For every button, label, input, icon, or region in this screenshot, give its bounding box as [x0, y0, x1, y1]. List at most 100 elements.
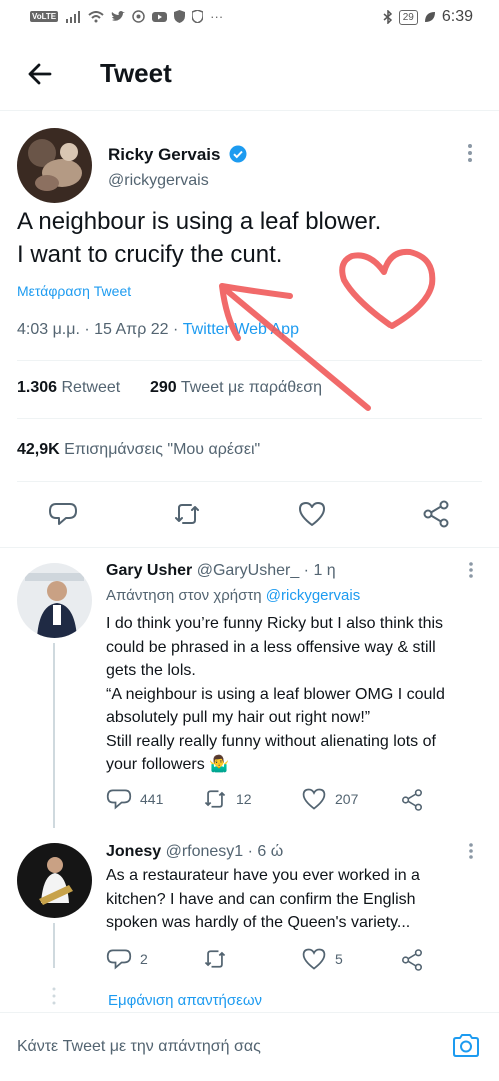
reply-text-line: “A neighbour is using a leaf blower OMG … — [106, 685, 445, 703]
reply-text-line: absolutely pull my hair out right now!” — [106, 709, 371, 726]
reply-count: 441 — [140, 791, 164, 807]
shield-icon-2 — [192, 10, 204, 23]
tweet-source-link[interactable]: Twitter Web App — [183, 321, 299, 338]
divider — [17, 360, 482, 361]
reply-text: As a restaurateur have you ever worked i… — [106, 864, 491, 935]
likes-count: 42,9K — [17, 441, 60, 458]
reply-composer[interactable]: Κάντε Tweet με την απάντησή σας — [0, 1012, 499, 1081]
tweet-text-line: A neighbour is using a leaf blower. — [17, 208, 382, 235]
retweet-count: 1.306 — [17, 379, 58, 396]
more-options-icon[interactable] — [467, 560, 475, 580]
reply-avatar[interactable] — [17, 843, 92, 918]
reply-header: Gary Usher @GaryUsher_ · 1 η — [106, 562, 336, 580]
like-count: 5 — [335, 951, 343, 967]
replying-to: Απάντηση στον χρήστη @rickygervais — [106, 587, 360, 604]
retweet-stats[interactable]: 1.306 Retweet — [17, 379, 120, 397]
retweet-icon — [204, 790, 226, 808]
reply-text-line: could be phrased in a less offensive way… — [106, 638, 436, 656]
status-bar: VoLTE ··· 29 6:39 — [0, 0, 499, 34]
verified-badge-icon — [229, 145, 247, 163]
composer-placeholder[interactable]: Κάντε Tweet με την απάντησή σας — [17, 1038, 261, 1056]
share-icon[interactable] — [400, 948, 424, 972]
likes-label: Επισημάνσεις "Μου αρέσει" — [64, 441, 261, 458]
camera-icon[interactable] — [451, 1031, 481, 1061]
twitter-icon — [111, 10, 126, 21]
reply-like-action[interactable]: 5 — [301, 946, 343, 972]
reply-icon[interactable] — [48, 499, 78, 529]
more-options-icon[interactable] — [466, 142, 474, 164]
reply-text-line: your followers 🤷‍♂️ — [106, 756, 230, 773]
tweet-timestamp: 4:03 μ.μ. · 15 Απρ 22 · — [17, 321, 183, 338]
reply-time: · 1 η — [303, 562, 336, 579]
clock: 6:39 — [441, 8, 473, 25]
status-icons-left: VoLTE ··· — [30, 9, 223, 24]
youtube-icon — [152, 11, 168, 22]
reply-time: · 6 ώ — [247, 843, 284, 860]
reply-text-line: gets the lols. — [106, 662, 196, 679]
thread-line — [53, 643, 55, 828]
volte-badge: VoLTE — [30, 11, 59, 22]
reply-text-line: Still really really funny without aliena… — [106, 732, 436, 750]
battery-indicator: 29 — [398, 9, 418, 25]
share-icon[interactable] — [421, 499, 451, 529]
more-notifications-icon: ··· — [210, 9, 224, 24]
divider — [0, 547, 499, 548]
reply-like-action[interactable]: 207 — [301, 786, 358, 812]
reply-text-line: spoken was hardly of the Queen's variety… — [106, 914, 411, 931]
reply-author-name[interactable]: Jonesy — [106, 843, 161, 860]
like-heart-icon[interactable] — [297, 499, 327, 529]
retweet-icon[interactable] — [172, 499, 202, 529]
retweet-label: Retweet — [61, 379, 121, 396]
quote-count: 290 — [150, 379, 177, 396]
reply-text-line: I do think you’re funny Ricky but I also… — [106, 615, 444, 632]
reply-avatar[interactable] — [17, 563, 92, 638]
quote-stats[interactable]: 290 Tweet με παράθεση — [150, 379, 322, 397]
reply-icon — [106, 949, 132, 970]
tweet-text: A neighbour is using a leaf blower. I wa… — [17, 205, 457, 271]
reply-text: I do think you’re funny Ricky but I also… — [106, 612, 491, 777]
reply-count: 2 — [140, 951, 148, 967]
thread-line — [53, 923, 55, 968]
reply-author-handle[interactable]: @GaryUsher_ — [197, 562, 300, 579]
divider — [17, 481, 482, 482]
reply-text-line: As a restaurateur have you ever worked i… — [106, 867, 420, 884]
reply-author-name[interactable]: Gary Usher — [106, 562, 192, 579]
author-avatar[interactable] — [17, 128, 92, 203]
quote-label: Tweet με παράθεση — [180, 379, 323, 396]
top-app-bar: Tweet — [0, 40, 499, 111]
translate-tweet-link[interactable]: Μετάφραση Tweet — [17, 283, 131, 299]
reply-author-handle[interactable]: @rfonesy1 — [166, 843, 244, 860]
thread-dots — [52, 987, 56, 1005]
replying-to-handle[interactable]: @rickygervais — [266, 587, 360, 604]
page-title: Tweet — [100, 58, 172, 88]
retweet-icon[interactable] — [202, 946, 228, 972]
bluetooth-icon — [383, 10, 392, 24]
tweet-text-line: I want to crucify the cunt. — [17, 241, 283, 268]
author-name[interactable]: Ricky Gervais — [108, 145, 220, 165]
show-replies-link[interactable]: Εμφάνιση απαντήσεων — [108, 992, 262, 1009]
replying-to-prefix: Απάντηση στον χρήστη — [106, 587, 266, 604]
like-count: 207 — [335, 791, 359, 807]
back-arrow-icon[interactable] — [24, 58, 56, 90]
like-heart-icon — [302, 948, 326, 970]
reply-reply-action[interactable]: 441 — [106, 786, 163, 812]
author-handle[interactable]: @rickygervais — [108, 172, 209, 190]
shield-icon — [174, 10, 186, 23]
more-options-icon[interactable] — [467, 841, 475, 861]
signal-icon — [66, 10, 81, 23]
leaf-icon — [424, 12, 435, 22]
wifi-icon — [88, 10, 104, 22]
reply-retweet-action[interactable]: 12 — [202, 786, 252, 812]
like-heart-icon — [302, 788, 326, 810]
likes-stats[interactable]: 42,9K Επισημάνσεις "Μου αρέσει" — [17, 441, 260, 459]
divider — [17, 418, 482, 419]
tweet-metadata: 4:03 μ.μ. · 15 Απρ 22 · Twitter Web App — [17, 321, 299, 339]
viber-icon — [132, 10, 145, 23]
status-icons-right: 29 6:39 — [383, 8, 473, 26]
reply-icon — [106, 789, 132, 810]
retweet-count: 12 — [236, 791, 252, 807]
share-icon[interactable] — [400, 788, 424, 812]
reply-reply-action[interactable]: 2 — [106, 946, 148, 972]
reply-text-line: kitchen? I have and can confirm the Engl… — [106, 890, 416, 908]
reply-header: Jonesy @rfonesy1 · 6 ώ — [106, 843, 283, 861]
